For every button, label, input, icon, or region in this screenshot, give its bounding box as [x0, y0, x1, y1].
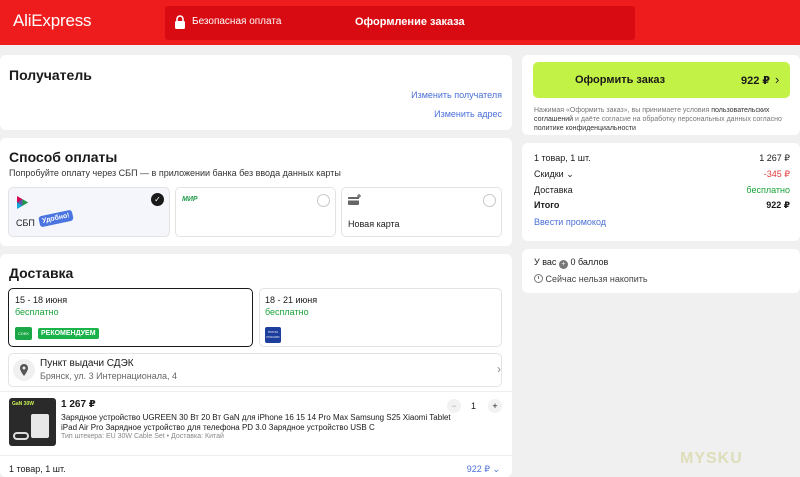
place-order-button[interactable]: Оформить заказ 922 ₽ › — [533, 62, 790, 98]
points-card — [522, 249, 800, 293]
mir-radio[interactable] — [317, 194, 330, 207]
privacy-policy-link[interactable]: политике конфиденциальности — [534, 125, 636, 132]
payment-card: Способ оплаты Попробуйте оплату через СБ… — [0, 138, 512, 246]
payment-option-new-card[interactable]: Новая карта — [341, 187, 502, 237]
change-recipient-link[interactable]: Изменить получателя — [411, 90, 502, 100]
product-name-line2[interactable]: iPad Air Pro Зарядное устройство для тел… — [61, 423, 375, 432]
aliexpress-logo[interactable]: AliExpress — [13, 11, 92, 31]
quantity-minus-button[interactable]: − — [447, 399, 461, 413]
delivery-footer: 1 товар, 1 шт. 922 ₽ ⌄ — [0, 455, 512, 477]
delivery-title: Доставка — [9, 265, 74, 281]
sbp-radio[interactable]: ✓ — [151, 193, 164, 206]
delivery-dates: 15 - 18 июня — [15, 295, 68, 305]
pickup-title: Пункт выдачи СДЭК — [40, 358, 134, 369]
sbp-logo-icon — [17, 196, 28, 209]
points-row: У вас + 0 баллов — [534, 257, 608, 269]
delivery-option-cdek[interactable]: 15 - 18 июня бесплатно CDEK РЕКОМЕНДУЕМ — [8, 288, 253, 347]
discount-label: Скидки — [534, 169, 564, 179]
delivery-option-russian-post[interactable]: 18 - 21 июня бесплатно ПОЧТА РОССИИ — [259, 288, 502, 347]
charger-image — [31, 414, 49, 438]
product-price: 1 267 ₽ — [61, 399, 96, 410]
chevron-down-icon: ⌄ — [563, 169, 574, 179]
delivery-card: Доставка 15 - 18 июня бесплатно CDEK РЕК… — [0, 254, 512, 477]
product-row: GaN 30W 1 267 ₽ Зарядное устройство UGRE… — [0, 391, 512, 451]
quantity-value[interactable]: 1 — [471, 401, 476, 411]
recipient-card: Получатель Изменить получателя Изменить … — [0, 55, 512, 130]
place-order-price: 922 ₽ — [741, 75, 771, 87]
product-meta: Тип штекера: EU 30W Cable Set • Доставка… — [61, 433, 224, 440]
new-card-radio[interactable] — [483, 194, 496, 207]
product-name-line1[interactable]: Зарядное устройство UGREEN 30 Вт 20 Вт G… — [61, 413, 451, 422]
points-prefix: У вас — [534, 257, 557, 267]
items-value: 1 267 ₽ — [759, 153, 790, 163]
change-address-link[interactable]: Изменить адрес — [434, 109, 502, 119]
shipping-row: Доставка бесплатно — [534, 185, 790, 195]
product-thumbnail[interactable]: GaN 30W — [9, 398, 56, 446]
watermark: MYSKU — [680, 450, 743, 467]
cable-image — [13, 432, 29, 440]
quantity-plus-button[interactable]: + — [488, 399, 502, 413]
footer-total-link[interactable]: 922 ₽ ⌄ — [467, 464, 500, 475]
pickup-address: Брянск, ул. 3 Интернационала, 4 — [40, 371, 178, 381]
delivery-dates: 18 - 21 июня — [265, 295, 318, 305]
location-pin-icon — [13, 359, 35, 381]
page-title: Оформление заказа — [355, 16, 465, 28]
terms-text: Нажимая «Оформить заказ», вы принимаете … — [534, 106, 784, 133]
chevron-right-icon: › — [497, 362, 501, 376]
points-value: 0 баллов — [570, 257, 609, 267]
chevron-down-icon: ⌄ — [492, 464, 500, 474]
total-label: Итого — [534, 200, 560, 210]
payment-option-sbp[interactable]: СБП Удобно! ✓ — [8, 187, 170, 237]
add-card-icon — [348, 194, 361, 205]
recommended-badge: РЕКОМЕНДУЕМ — [38, 328, 99, 339]
items-label: 1 товар, 1 шт. — [534, 153, 591, 163]
payment-hint: Попробуйте оплату через СБП — в приложен… — [9, 168, 341, 178]
footer-total: 922 ₽ — [466, 464, 490, 474]
clock-icon — [534, 274, 543, 283]
delivery-price: бесплатно — [265, 307, 309, 317]
delivery-price: бесплатно — [15, 307, 59, 317]
footer-item-count: 1 товар, 1 шт. — [9, 464, 66, 474]
cdek-logo-icon: CDEK — [15, 327, 32, 340]
terms-middle: и даёте согласие на обработку персональн… — [575, 116, 751, 123]
pickup-point-row[interactable]: Пункт выдачи СДЭК Брянск, ул. 3 Интернац… — [8, 353, 502, 387]
secure-payment-label: Безопасная оплата — [192, 16, 282, 27]
coin-icon: + — [558, 260, 568, 269]
recipient-title: Получатель — [9, 67, 92, 83]
checkout-banner: Безопасная оплата Оформление заказа — [165, 6, 635, 40]
total-value: 922 ₽ — [766, 200, 790, 210]
convenient-badge: Удобно! — [38, 209, 74, 228]
cannot-earn-label: Сейчас нельзя накопить — [545, 274, 648, 284]
total-row: Итого 922 ₽ — [534, 200, 790, 210]
earn-row: Сейчас нельзя накопить — [534, 274, 648, 284]
lock-icon — [175, 15, 185, 29]
top-bar: AliExpress Безопасная оплата Оформление … — [0, 0, 800, 45]
shipping-label: Доставка — [534, 185, 573, 195]
chevron-right-icon: › — [775, 72, 780, 87]
shipping-value: бесплатно — [746, 185, 790, 195]
russian-post-logo-icon: ПОЧТА РОССИИ — [265, 327, 281, 343]
discount-row[interactable]: Скидки ⌄ -345 ₽ — [534, 169, 790, 180]
payment-option-mir[interactable]: МИР — [175, 187, 336, 237]
items-row: 1 товар, 1 шт. 1 267 ₽ — [534, 153, 790, 163]
discount-value: -345 ₽ — [763, 169, 790, 179]
terms-text-label: согласно — [752, 116, 782, 123]
mir-logo-icon: МИР — [182, 196, 198, 203]
new-card-label: Новая карта — [348, 219, 400, 229]
thumbnail-badge: GaN 30W — [12, 401, 34, 407]
terms-prefix: Нажимая «Оформить заказ», вы принимаете … — [534, 107, 710, 114]
promo-code-link[interactable]: Ввести промокод — [534, 217, 606, 227]
place-order-label: Оформить заказ — [575, 74, 666, 86]
sbp-label: СБП — [16, 218, 35, 228]
payment-title: Способ оплаты — [9, 149, 118, 165]
